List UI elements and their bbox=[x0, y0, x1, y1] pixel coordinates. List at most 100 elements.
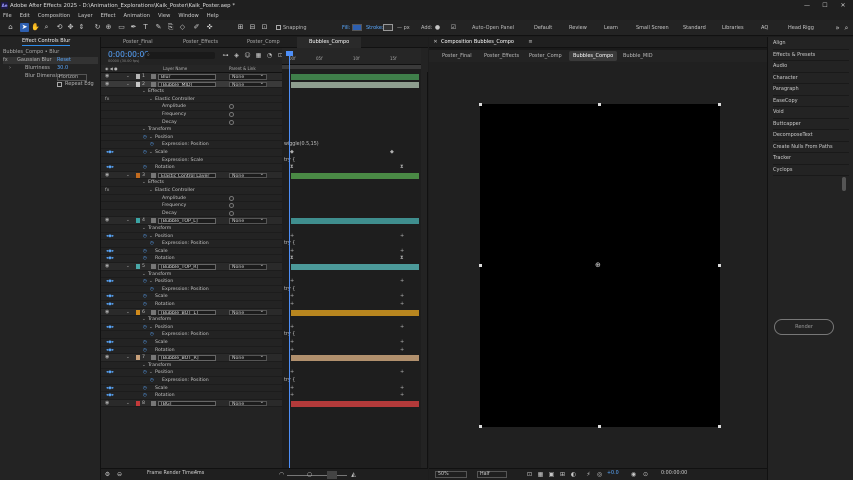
stroke-swatch[interactable] bbox=[383, 24, 393, 31]
tab-poster-comp[interactable]: Poster_Comp bbox=[235, 37, 292, 48]
panel-character[interactable]: Character bbox=[773, 73, 849, 84]
property-row[interactable]: ⌄ Effects bbox=[101, 179, 282, 187]
puppet-tool-icon[interactable]: ✜ bbox=[205, 23, 214, 32]
visibility-eye-icon[interactable]: ◉ bbox=[105, 400, 109, 408]
layer-row[interactable]: ◉ ⌄ 5 [Bubble_TOP_R] None bbox=[101, 263, 282, 271]
parent-select[interactable]: None bbox=[229, 172, 267, 179]
property-row[interactable]: ◂◆▸ ◷ Rotation bbox=[101, 392, 282, 400]
property-row[interactable]: ⌄ Transform bbox=[101, 126, 282, 134]
crumb-poster-comp[interactable]: Poster_Comp bbox=[525, 51, 566, 61]
keyframe-marker-icon[interactable]: ⧗ bbox=[400, 164, 404, 170]
panel-align[interactable]: Align bbox=[773, 38, 849, 50]
property-row[interactable]: fx ⌄ Elastic Controller bbox=[101, 96, 282, 104]
twirl-icon[interactable]: ⌄ bbox=[142, 316, 146, 324]
transform-handle[interactable] bbox=[598, 103, 601, 106]
label-color-swatch[interactable] bbox=[136, 355, 140, 361]
stopwatch-icon[interactable]: ◷ bbox=[150, 331, 154, 339]
property-row[interactable]: ⌄ ◷ Position bbox=[101, 134, 282, 142]
search-help-icon[interactable]: ⌕ bbox=[842, 24, 851, 33]
channels-icon[interactable]: ◐ bbox=[569, 470, 578, 479]
blur-dimensions-select[interactable]: Horizon bbox=[57, 74, 87, 81]
property-row[interactable]: Frequency bbox=[101, 202, 282, 210]
property-row[interactable]: Amplitude bbox=[101, 195, 282, 203]
stopwatch-icon[interactable]: ◷ bbox=[143, 248, 147, 256]
layer-duration-bar[interactable] bbox=[291, 264, 419, 270]
work-area-bar[interactable] bbox=[282, 65, 421, 69]
keyframe-marker-icon[interactable]: ◆ bbox=[290, 149, 294, 155]
layer-row[interactable]: ◉ ⌄ 1 Blur None bbox=[101, 73, 282, 81]
property-row[interactable]: ◂◆▸ ◷ Scale bbox=[101, 248, 282, 256]
color-management-icon[interactable]: ◎ bbox=[595, 470, 604, 479]
layer-name[interactable]: [Bubble_TOP_L] bbox=[158, 218, 216, 224]
maximize-button[interactable]: ☐ bbox=[816, 0, 834, 11]
label-color-swatch[interactable] bbox=[136, 400, 140, 406]
expression-pick-icon[interactable] bbox=[229, 104, 234, 110]
keyframe-nav-icon[interactable]: ◂◆▸ bbox=[106, 293, 114, 301]
dolly-tool-icon[interactable]: ⇕ bbox=[77, 23, 86, 32]
layer-name[interactable]: Elastic Control Layer bbox=[158, 172, 216, 179]
panel-easecopy[interactable]: EaseCopy bbox=[773, 96, 849, 107]
zoom-tool-icon[interactable]: ⌕ bbox=[42, 23, 51, 32]
column-parent-link[interactable]: Parent & Link bbox=[229, 65, 256, 73]
property-row[interactable]: ⌄ Transform bbox=[101, 225, 282, 233]
layer-row[interactable]: ◉ ⌄ 4 [Bubble_TOP_L] None bbox=[101, 217, 282, 225]
crumb-poster-effects[interactable]: Poster_Effects bbox=[480, 51, 523, 61]
auto-open-checkbox-icon[interactable]: ☑ bbox=[449, 23, 458, 32]
label-color-swatch[interactable] bbox=[136, 74, 140, 79]
keyframe-marker-icon[interactable]: ⧗ bbox=[290, 255, 294, 261]
comp-flowchart-icon[interactable]: ⊶ bbox=[221, 51, 230, 60]
timeline-navigator[interactable] bbox=[327, 471, 337, 479]
panel-audio[interactable]: Audio bbox=[773, 61, 849, 73]
stopwatch-icon[interactable]: ◷ bbox=[143, 293, 147, 301]
expression-pick-icon[interactable] bbox=[229, 119, 234, 125]
property-row[interactable]: Amplitude bbox=[101, 103, 282, 111]
property-row[interactable]: ⌄ Transform bbox=[101, 316, 282, 324]
ec-gaussian-blur-row[interactable]: fx Gaussian Blur Reset bbox=[3, 57, 98, 64]
twirl-icon[interactable]: ⌄ bbox=[149, 324, 153, 332]
world-axis-icon[interactable]: ⊟ bbox=[248, 23, 257, 32]
layer-name[interactable]: [Bubble_BOT_L] bbox=[158, 309, 216, 316]
snapshot-icon[interactable]: ◉ bbox=[629, 470, 638, 479]
panel-scrollbar[interactable] bbox=[842, 177, 846, 191]
anchor-point-icon[interactable]: ⊕ bbox=[595, 261, 601, 269]
twirl-icon[interactable]: ⌄ bbox=[126, 354, 130, 362]
keyframe-marker-icon[interactable]: + bbox=[400, 293, 404, 299]
parent-select[interactable]: None bbox=[229, 217, 267, 224]
twirl-icon[interactable]: ⌄ bbox=[142, 362, 146, 370]
composition-viewer[interactable]: ⊕ bbox=[429, 62, 767, 468]
keyframe-marker-icon[interactable]: + bbox=[400, 392, 404, 398]
twirl-icon[interactable]: ⌄ bbox=[126, 217, 130, 225]
timeline-graph[interactable]: 00f 05f 10f 15f wiggle(0.5,15) ◆ ◆ try {⧗ ⧗ +… bbox=[282, 48, 421, 468]
keyframe-nav-icon[interactable]: ◂◆▸ bbox=[106, 248, 114, 256]
keyframe-marker-icon[interactable]: + bbox=[400, 233, 404, 239]
twirl-icon[interactable]: ⌄ bbox=[149, 233, 153, 241]
label-color-swatch[interactable] bbox=[136, 172, 140, 178]
keyframe-nav-icon[interactable]: ◂◆▸ bbox=[106, 324, 114, 332]
view-axis-icon[interactable]: ⊡ bbox=[260, 23, 269, 32]
stroke-label[interactable]: Stroke: bbox=[366, 25, 384, 31]
property-row[interactable]: ◂◆▸ ◷ Rotation bbox=[101, 255, 282, 263]
transform-handle[interactable] bbox=[718, 103, 721, 106]
workspace-head-rigg[interactable]: Head Rigg bbox=[788, 25, 814, 31]
property-row[interactable]: ◂◆▸ ◷ Scale bbox=[101, 293, 282, 301]
layer-duration-bar[interactable] bbox=[291, 309, 419, 316]
property-row[interactable]: ◂◆▸ ⌄ ◷ Position bbox=[101, 324, 282, 332]
stopwatch-icon[interactable]: ◷ bbox=[150, 141, 154, 149]
stroke-width[interactable]: — px bbox=[397, 25, 410, 31]
zoom-slider-track[interactable] bbox=[287, 475, 347, 476]
zoom-slider-thumb-icon[interactable]: ○ bbox=[305, 470, 314, 479]
viewer-timecode[interactable]: 0:00:00:00 bbox=[661, 471, 687, 476]
clone-stamp-tool-icon[interactable]: ⎘ bbox=[166, 23, 175, 32]
keyframe-marker-icon[interactable]: + bbox=[400, 248, 404, 254]
property-row[interactable]: ◂◆▸ ◷ Rotation bbox=[101, 164, 282, 172]
property-row[interactable]: ◷ Expression: Position bbox=[101, 141, 282, 149]
pen-tool-icon[interactable]: ✒ bbox=[129, 23, 138, 32]
visibility-eye-icon[interactable]: ◉ bbox=[105, 309, 109, 317]
layer-duration-bar[interactable] bbox=[291, 218, 419, 225]
keyframe-marker-icon[interactable]: + bbox=[400, 369, 404, 375]
property-row[interactable]: ⌄ Transform bbox=[101, 271, 282, 279]
layer-row[interactable]: ◉ ⌄ 7 [Bubble_BOT_R] None bbox=[101, 354, 282, 362]
layer-row[interactable]: ◉ ⌄ 6 [Bubble_BOT_L] None bbox=[101, 308, 282, 317]
workspace-libraries[interactable]: Libraries bbox=[722, 25, 744, 31]
current-time-indicator[interactable] bbox=[289, 51, 290, 468]
